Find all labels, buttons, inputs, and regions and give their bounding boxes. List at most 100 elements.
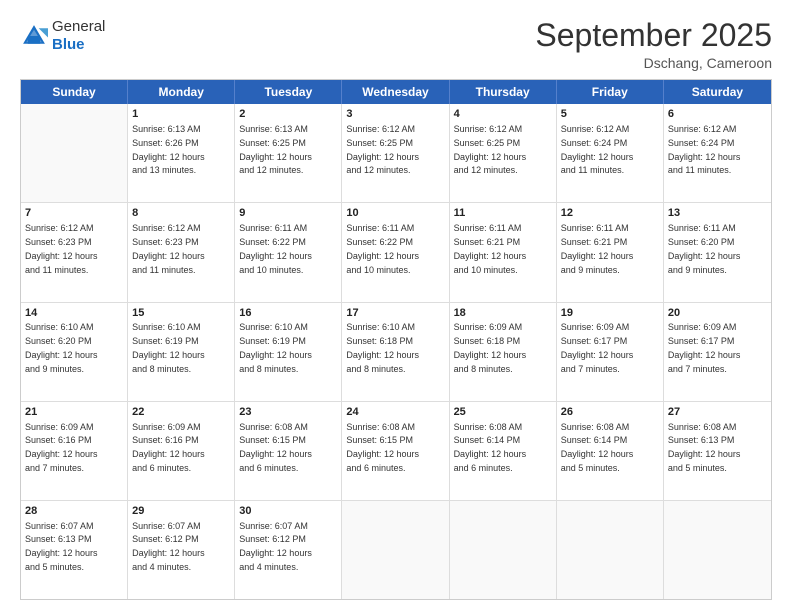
cal-cell: 24 Sunrise: 6:08 AM Sunset: 6:15 PM Dayli… (342, 402, 449, 500)
cal-cell: 28 Sunrise: 6:07 AM Sunset: 6:13 PM Dayli… (21, 501, 128, 599)
location: Dschang, Cameroon (535, 55, 772, 71)
logo: General Blue (20, 18, 105, 54)
cal-cell: 14Sunrise: 6:10 AM Sunset: 6:20 PM Dayli… (21, 303, 128, 401)
cal-week-1: 1 Sunrise: 6:13 AM Sunset: 6:26 PM Daylig… (21, 104, 771, 203)
day-number: 28 (25, 504, 123, 519)
day-number: 26 (561, 405, 659, 420)
cal-cell: 3Sunrise: 6:12 AM Sunset: 6:25 PM Daylig… (342, 104, 449, 202)
calendar-header: SundayMondayTuesdayWednesdayThursdayFrid… (21, 80, 771, 104)
day-number: 21 (25, 405, 123, 420)
cell-info: Sunrise: 6:08 AM Sunset: 6:14 PM Dayligh… (454, 422, 527, 473)
day-number: 13 (668, 206, 767, 221)
cell-info: Sunrise: 6:08 AM Sunset: 6:13 PM Dayligh… (668, 422, 741, 473)
cell-info: Sunrise: 6:10 AM Sunset: 6:18 PM Dayligh… (346, 322, 419, 373)
header-day-friday: Friday (557, 80, 664, 104)
cal-week-4: 21 Sunrise: 6:09 AM Sunset: 6:16 PM Dayli… (21, 402, 771, 501)
day-number: 12 (561, 206, 659, 221)
day-number: 2 (239, 107, 337, 122)
day-number: 25 (454, 405, 552, 420)
cell-info: Sunrise: 6:07 AM Sunset: 6:12 PM Dayligh… (132, 521, 205, 572)
cell-info: Sunrise: 6:08 AM Sunset: 6:15 PM Dayligh… (239, 422, 312, 473)
cal-cell (664, 501, 771, 599)
day-number: 7 (25, 206, 123, 221)
title-block: September 2025 Dschang, Cameroon (535, 18, 772, 71)
cell-info: Sunrise: 6:08 AM Sunset: 6:15 PM Dayligh… (346, 422, 419, 473)
cal-cell: 6 Sunrise: 6:12 AM Sunset: 6:24 PM Daylig… (664, 104, 771, 202)
cal-cell: 10 Sunrise: 6:11 AM Sunset: 6:22 PM Dayli… (342, 203, 449, 301)
logo-blue: Blue (52, 36, 105, 54)
cal-cell: 29 Sunrise: 6:07 AM Sunset: 6:12 PM Dayli… (128, 501, 235, 599)
cal-cell (450, 501, 557, 599)
day-number: 8 (132, 206, 230, 221)
cell-info: Sunrise: 6:11 AM Sunset: 6:20 PM Dayligh… (668, 223, 741, 274)
cell-info: Sunrise: 6:12 AM Sunset: 6:23 PM Dayligh… (25, 223, 98, 274)
cal-cell: 4 Sunrise: 6:12 AM Sunset: 6:25 PM Daylig… (450, 104, 557, 202)
cal-cell: 21 Sunrise: 6:09 AM Sunset: 6:16 PM Dayli… (21, 402, 128, 500)
day-number: 24 (346, 405, 444, 420)
header-day-saturday: Saturday (664, 80, 771, 104)
cell-info: Sunrise: 6:12 AM Sunset: 6:23 PM Dayligh… (132, 223, 205, 274)
header-day-thursday: Thursday (450, 80, 557, 104)
cal-cell: 7 Sunrise: 6:12 AM Sunset: 6:23 PM Daylig… (21, 203, 128, 301)
cal-week-3: 14Sunrise: 6:10 AM Sunset: 6:20 PM Dayli… (21, 303, 771, 402)
calendar-body: 1 Sunrise: 6:13 AM Sunset: 6:26 PM Daylig… (21, 104, 771, 599)
cal-cell: 19Sunrise: 6:09 AM Sunset: 6:17 PM Dayli… (557, 303, 664, 401)
cell-info: Sunrise: 6:07 AM Sunset: 6:13 PM Dayligh… (25, 521, 98, 572)
day-number: 20 (668, 306, 767, 321)
cal-cell (557, 501, 664, 599)
header-day-sunday: Sunday (21, 80, 128, 104)
day-number: 10 (346, 206, 444, 221)
day-number: 14 (25, 306, 123, 321)
cal-cell: 1 Sunrise: 6:13 AM Sunset: 6:26 PM Daylig… (128, 104, 235, 202)
cal-cell: 12 Sunrise: 6:11 AM Sunset: 6:21 PM Dayli… (557, 203, 664, 301)
cell-info: Sunrise: 6:11 AM Sunset: 6:22 PM Dayligh… (346, 223, 419, 274)
header-day-monday: Monday (128, 80, 235, 104)
cell-info: Sunrise: 6:12 AM Sunset: 6:25 PM Dayligh… (454, 124, 527, 175)
cell-info: Sunrise: 6:12 AM Sunset: 6:24 PM Dayligh… (561, 124, 634, 175)
cal-cell: 30 Sunrise: 6:07 AM Sunset: 6:12 PM Dayli… (235, 501, 342, 599)
cell-info: Sunrise: 6:11 AM Sunset: 6:22 PM Dayligh… (239, 223, 312, 274)
cell-info: Sunrise: 6:11 AM Sunset: 6:21 PM Dayligh… (561, 223, 634, 274)
cell-info: Sunrise: 6:09 AM Sunset: 6:17 PM Dayligh… (668, 322, 741, 373)
cell-info: Sunrise: 6:07 AM Sunset: 6:12 PM Dayligh… (239, 521, 312, 572)
day-number: 9 (239, 206, 337, 221)
day-number: 23 (239, 405, 337, 420)
cell-info: Sunrise: 6:12 AM Sunset: 6:24 PM Dayligh… (668, 124, 741, 175)
cal-cell: 8 Sunrise: 6:12 AM Sunset: 6:23 PM Daylig… (128, 203, 235, 301)
cal-cell: 17Sunrise: 6:10 AM Sunset: 6:18 PM Dayli… (342, 303, 449, 401)
logo-text: General Blue (52, 18, 105, 54)
header: General Blue September 2025 Dschang, Cam… (20, 18, 772, 71)
cal-cell: 13 Sunrise: 6:11 AM Sunset: 6:20 PM Dayli… (664, 203, 771, 301)
cell-info: Sunrise: 6:10 AM Sunset: 6:19 PM Dayligh… (239, 322, 312, 373)
logo-general: General (52, 18, 105, 36)
day-number: 18 (454, 306, 552, 321)
day-number: 30 (239, 504, 337, 519)
cal-cell: 16Sunrise: 6:10 AM Sunset: 6:19 PM Dayli… (235, 303, 342, 401)
day-number: 4 (454, 107, 552, 122)
cell-info: Sunrise: 6:10 AM Sunset: 6:19 PM Dayligh… (132, 322, 205, 373)
day-number: 6 (668, 107, 767, 122)
day-number: 22 (132, 405, 230, 420)
day-number: 16 (239, 306, 337, 321)
cal-cell: 26 Sunrise: 6:08 AM Sunset: 6:14 PM Dayli… (557, 402, 664, 500)
cal-week-5: 28 Sunrise: 6:07 AM Sunset: 6:13 PM Dayli… (21, 501, 771, 599)
cal-cell: 23 Sunrise: 6:08 AM Sunset: 6:15 PM Dayli… (235, 402, 342, 500)
header-day-wednesday: Wednesday (342, 80, 449, 104)
cal-cell: 5 Sunrise: 6:12 AM Sunset: 6:24 PM Daylig… (557, 104, 664, 202)
day-number: 1 (132, 107, 230, 122)
header-day-tuesday: Tuesday (235, 80, 342, 104)
cal-cell: 27 Sunrise: 6:08 AM Sunset: 6:13 PM Dayli… (664, 402, 771, 500)
cell-info: Sunrise: 6:08 AM Sunset: 6:14 PM Dayligh… (561, 422, 634, 473)
cal-cell: 18Sunrise: 6:09 AM Sunset: 6:18 PM Dayli… (450, 303, 557, 401)
calendar: SundayMondayTuesdayWednesdayThursdayFrid… (20, 79, 772, 600)
page: General Blue September 2025 Dschang, Cam… (0, 0, 792, 612)
day-number: 5 (561, 107, 659, 122)
day-number: 27 (668, 405, 767, 420)
day-number: 29 (132, 504, 230, 519)
day-number: 19 (561, 306, 659, 321)
cell-info: Sunrise: 6:13 AM Sunset: 6:25 PM Dayligh… (239, 124, 312, 175)
day-number: 3 (346, 107, 444, 122)
cell-info: Sunrise: 6:13 AM Sunset: 6:26 PM Dayligh… (132, 124, 205, 175)
cal-cell (342, 501, 449, 599)
cell-info: Sunrise: 6:09 AM Sunset: 6:16 PM Dayligh… (25, 422, 98, 473)
